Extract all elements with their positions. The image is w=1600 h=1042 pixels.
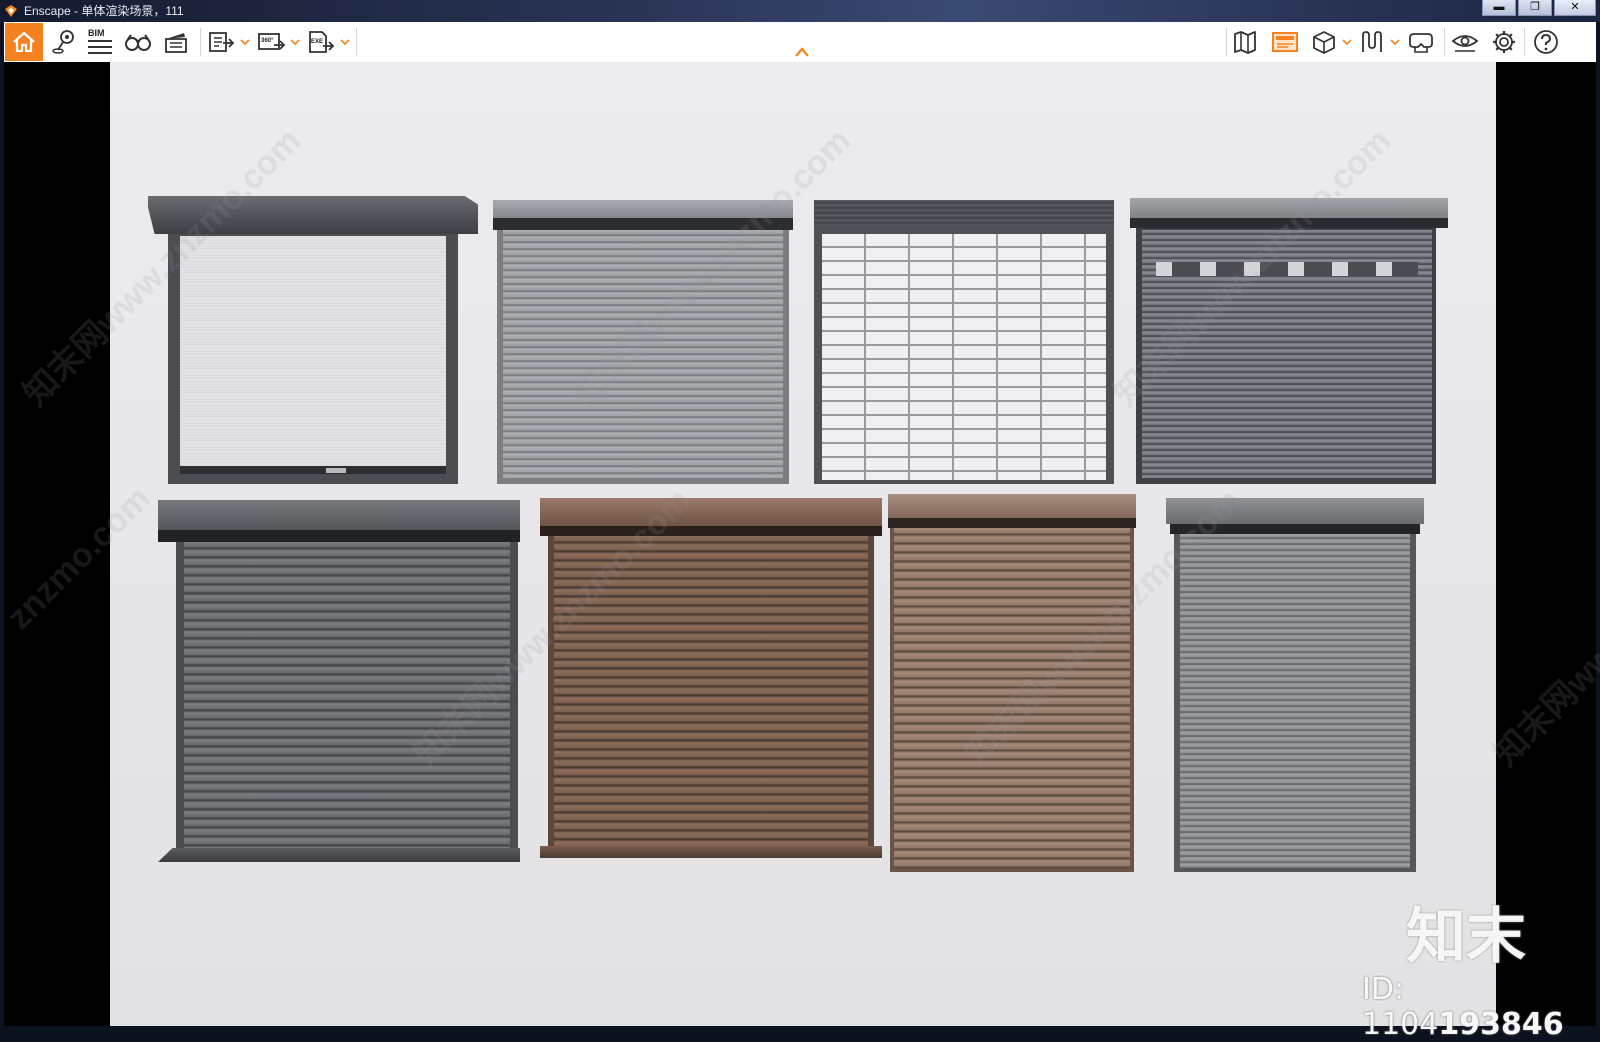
maximize-button[interactable]: ❐ [1518, 0, 1552, 16]
shutter-3 [814, 200, 1114, 486]
help-button[interactable] [1530, 26, 1562, 58]
shutter-7 [888, 494, 1136, 874]
binoculars-icon [125, 34, 151, 51]
export-360-label: 360° [261, 38, 274, 44]
capture-icon [1272, 32, 1298, 52]
clapperboard-icon [165, 33, 187, 53]
help-icon [1534, 30, 1558, 54]
enscape-logo-icon [5, 5, 17, 17]
shutter-2 [493, 200, 793, 486]
export-batch-icon [209, 32, 235, 52]
eye-icon [1451, 35, 1479, 52]
exe-export-button[interactable]: EXE [306, 26, 336, 58]
chevron-down-icon[interactable] [290, 38, 300, 46]
image-id-prefix: ID: 1104 [1362, 972, 1439, 1042]
home-icon [13, 31, 35, 53]
material-editor-button[interactable] [1356, 26, 1388, 58]
settings-button[interactable] [1488, 26, 1520, 58]
capture-mode-button[interactable] [1268, 26, 1302, 58]
views-button[interactable] [122, 26, 154, 58]
window-title-bar: Enscape - 单体渲染场景，111 ▬ ❐ ✕ [0, 0, 1600, 22]
bim-icon: BIM [88, 28, 112, 54]
cube-icon [1313, 31, 1335, 54]
chevron-down-icon[interactable] [1390, 38, 1400, 46]
minimize-button[interactable]: ▬ [1482, 0, 1516, 16]
image-id-suffix: 193846 [1438, 1007, 1564, 1042]
material-icon [1362, 31, 1382, 52]
location-button[interactable] [48, 26, 80, 58]
chevron-down-icon[interactable] [1342, 38, 1352, 46]
home-button[interactable] [5, 23, 43, 61]
visual-settings-button[interactable] [1448, 26, 1482, 58]
shutter-5 [158, 500, 520, 866]
shutter-8 [1166, 498, 1424, 874]
minimap-button[interactable] [1230, 26, 1262, 58]
image-id-label: ID: 1104193846 [1362, 972, 1600, 1042]
gear-icon [1493, 31, 1515, 53]
vr-button[interactable] [1404, 26, 1438, 58]
batch-render-button[interactable] [206, 26, 236, 58]
asset-library-button[interactable] [1308, 26, 1340, 58]
map-pin-icon [52, 30, 74, 54]
export-exe-icon: EXE [309, 31, 335, 53]
window-title: Enscape - 单体渲染场景，111 [24, 4, 184, 18]
vr-headset-icon [1409, 33, 1433, 53]
chevron-down-icon[interactable] [240, 38, 250, 46]
map-icon [1234, 31, 1256, 54]
close-button[interactable]: ✕ [1554, 0, 1596, 16]
bim-label: BIM [88, 28, 105, 38]
bim-button[interactable]: BIM [84, 26, 116, 58]
shutter-1 [148, 196, 478, 486]
panorama-export-button[interactable]: 360° [256, 26, 286, 58]
chevron-down-icon[interactable] [340, 38, 350, 46]
shutter-4 [1130, 198, 1448, 486]
export-360-icon: 360° [258, 33, 285, 50]
export-exe-label: EXE [311, 39, 323, 45]
collapse-toolbar-chevron-up-icon[interactable] [794, 46, 810, 58]
shutter-6 [540, 498, 882, 866]
render-viewport[interactable] [110, 62, 1496, 1026]
video-editor-button[interactable] [160, 26, 192, 58]
brand-logo-text: 知末 [1406, 902, 1526, 972]
